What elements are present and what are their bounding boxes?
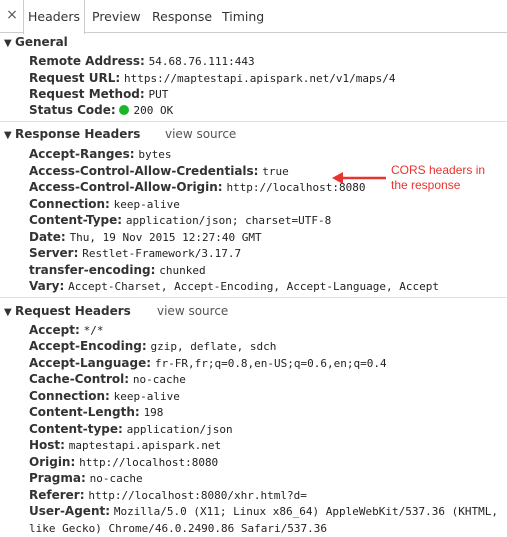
header-value: http://localhost:8080/xhr.html?d=: [88, 489, 307, 502]
header-value: fr-FR,fr;q=0.8,en-US;q=0.6,en;q=0.4: [154, 357, 387, 370]
header-row: Remote Address: 54.68.76.111:443: [29, 53, 255, 69]
header-value: bytes: [138, 148, 172, 161]
header-value: keep-alive: [113, 390, 180, 403]
header-value: keep-alive: [113, 198, 180, 211]
header-row: Content-type: application/json: [29, 421, 233, 437]
header-value: 54.68.76.111:443: [148, 55, 255, 68]
view-source-link[interactable]: view source: [157, 303, 228, 319]
header-key: transfer-encoding:: [29, 263, 156, 277]
header-row: Request URL: https://maptestapi.apispark…: [29, 70, 396, 86]
header-value: Thu, 19 Nov 2015 12:27:40 GMT: [69, 231, 262, 244]
header-value: 200 OK: [133, 104, 174, 117]
header-row: Accept-Ranges: bytes: [29, 146, 171, 162]
header-key: Accept-Encoding:: [29, 339, 147, 353]
header-key: Origin:: [29, 455, 76, 469]
header-key: Accept-Language:: [29, 356, 152, 370]
header-value: Accept-Charset, Accept-Encoding, Accept-…: [68, 280, 439, 293]
request-headers-section-header[interactable]: ▼ Request Headers: [4, 303, 131, 319]
header-row: User-Agent: Mozilla/5.0 (X11; Linux x86_…: [29, 503, 507, 537]
red-arrow-icon: [332, 172, 386, 184]
header-row: Date: Thu, 19 Nov 2015 12:27:40 GMT: [29, 229, 262, 245]
header-key: Access-Control-Allow-Credentials:: [29, 164, 259, 178]
section-title: Response Headers: [15, 127, 141, 141]
header-key: Status Code:: [29, 103, 116, 117]
header-key: Content-Type:: [29, 213, 123, 227]
header-key: Server:: [29, 246, 79, 260]
header-value: no-cache: [89, 472, 143, 485]
header-value: PUT: [148, 88, 169, 101]
header-key: Request Method:: [29, 87, 145, 101]
header-value: true: [262, 165, 289, 178]
header-key: Remote Address:: [29, 54, 145, 68]
header-key: Content-type:: [29, 422, 123, 436]
header-row: Pragma: no-cache: [29, 470, 143, 486]
header-row: Host: maptestapi.apispark.net: [29, 437, 221, 453]
header-row: transfer-encoding: chunked: [29, 262, 206, 278]
close-icon[interactable]: ×: [4, 7, 20, 23]
header-row: Request Method: PUT: [29, 86, 168, 102]
tab-timing[interactable]: Timing: [218, 0, 268, 33]
section-title: Request Headers: [15, 304, 131, 318]
header-value: 198: [143, 406, 164, 419]
header-value: */*: [83, 324, 104, 337]
header-row: Accept-Language: fr-FR,fr;q=0.8,en-US;q=…: [29, 355, 387, 371]
tab-bar: × Headers Preview Response Timing: [0, 0, 507, 34]
divider: [0, 121, 507, 122]
header-key: Connection:: [29, 197, 110, 211]
header-key: User-Agent:: [29, 504, 111, 518]
header-key: Date:: [29, 230, 66, 244]
header-value: no-cache: [132, 373, 186, 386]
header-key: Accept:: [29, 323, 80, 337]
header-row: Accept-Encoding: gzip, deflate, sdch: [29, 338, 276, 354]
response-headers-section-header[interactable]: ▼ Response Headers: [4, 126, 140, 142]
collapse-triangle-icon: ▼: [4, 307, 12, 318]
header-value: https://maptestapi.apispark.net/v1/maps/…: [123, 72, 396, 85]
header-row: Accept: */*: [29, 322, 103, 338]
header-key: Content-Length:: [29, 405, 140, 419]
tab-response[interactable]: Response: [148, 0, 216, 33]
header-value: Restlet-Framework/3.17.7: [82, 247, 242, 260]
header-value: http://localhost:8080: [79, 456, 219, 469]
header-value: chunked: [159, 264, 206, 277]
header-row: Content-Length: 198: [29, 404, 163, 420]
collapse-triangle-icon: ▼: [4, 38, 12, 49]
header-row: Status Code: 200 OK: [29, 102, 173, 118]
view-source-link[interactable]: view source: [165, 126, 236, 142]
header-value: application/json; charset=UTF-8: [125, 214, 332, 227]
header-value: gzip, deflate, sdch: [150, 340, 277, 353]
section-title: General: [15, 35, 68, 49]
header-row: Referer: http://localhost:8080/xhr.html?…: [29, 487, 307, 503]
header-row: Access-Control-Allow-Credentials: true: [29, 163, 289, 179]
general-section-header[interactable]: ▼ General: [4, 34, 68, 50]
header-row: Connection: keep-alive: [29, 388, 180, 404]
header-row: Origin: http://localhost:8080: [29, 454, 218, 470]
cors-annotation: CORS headers in the response: [391, 163, 486, 192]
header-key: Accept-Ranges:: [29, 147, 135, 161]
header-key: Host:: [29, 438, 65, 452]
header-key: Request URL:: [29, 71, 121, 85]
status-dot-icon: [119, 105, 130, 115]
header-row: Server: Restlet-Framework/3.17.7: [29, 245, 241, 261]
header-row: Access-Control-Allow-Origin: http://loca…: [29, 179, 366, 195]
header-value: application/json: [126, 423, 233, 436]
tab-headers[interactable]: Headers: [23, 0, 86, 34]
header-key: Referer:: [29, 488, 85, 502]
header-key: Access-Control-Allow-Origin:: [29, 180, 223, 194]
collapse-triangle-icon: ▼: [4, 130, 12, 141]
header-key: Cache-Control:: [29, 372, 130, 386]
header-row: Connection: keep-alive: [29, 196, 180, 212]
header-key: Connection:: [29, 389, 110, 403]
header-row: Cache-Control: no-cache: [29, 371, 186, 387]
header-key: Pragma:: [29, 471, 86, 485]
tab-preview[interactable]: Preview: [88, 0, 145, 33]
divider: [0, 297, 507, 298]
header-value: maptestapi.apispark.net: [68, 439, 222, 452]
header-key: Vary:: [29, 279, 65, 293]
header-row: Vary: Accept-Charset, Accept-Encoding, A…: [29, 278, 439, 294]
header-row: Content-Type: application/json; charset=…: [29, 212, 331, 228]
